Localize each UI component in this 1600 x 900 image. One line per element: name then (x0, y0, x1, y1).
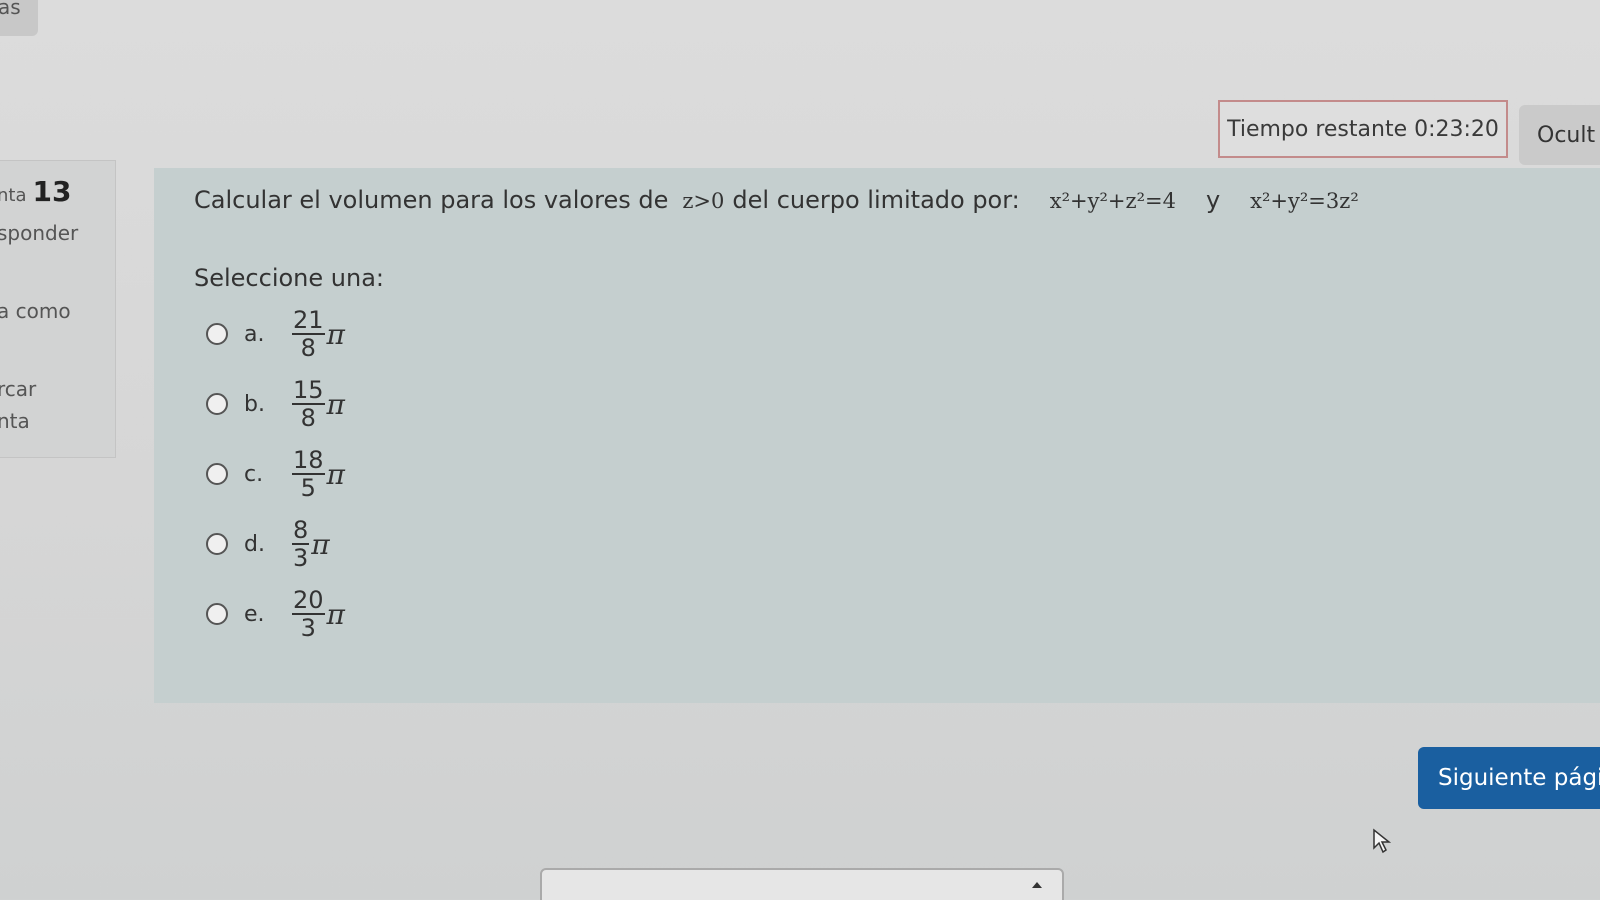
fraction-denominator: 8 (300, 404, 316, 432)
flag-question-link-line2[interactable]: nta (0, 409, 30, 433)
select-one-prompt: Seleccione una: (194, 264, 384, 292)
option-fraction: 18 5 (292, 447, 325, 501)
option-letter: a. (244, 321, 265, 347)
next-page-label: Siguiente pági (1438, 765, 1600, 791)
equation-connector: y (1205, 186, 1221, 214)
top-nav-tab[interactable]: as (0, 0, 38, 36)
time-remaining-label: Tiempo restante 0:23:20 (1227, 116, 1499, 142)
answer-option-b[interactable]: b. 15 8 π (206, 374, 345, 434)
fraction-numerator: 8 (292, 516, 310, 545)
question-text: Calcular el volumen para los valores de … (194, 186, 1359, 214)
option-fraction: 15 8 (292, 377, 325, 431)
fraction-numerator: 20 (292, 586, 325, 615)
flag-question-link[interactable]: rcar (0, 377, 36, 401)
question-panel: Calcular el volumen para los valores de … (154, 168, 1600, 703)
fraction-denominator: 8 (300, 334, 316, 362)
fraction-numerator: 21 (292, 306, 325, 335)
caret-up-icon (1032, 882, 1042, 888)
pi-symbol: π (311, 527, 330, 561)
question-score: a como (0, 299, 71, 323)
answer-option-d[interactable]: d. 8 3 π (206, 514, 330, 574)
radio-unchecked-icon[interactable] (206, 323, 228, 345)
question-condition: z>0 (682, 189, 725, 213)
fraction-denominator: 3 (293, 544, 309, 572)
option-fraction: 21 8 (292, 307, 325, 361)
equation-sphere: x²+y²+z²=4 (1049, 189, 1176, 213)
pi-symbol: π (326, 457, 345, 491)
option-letter: d. (244, 531, 265, 557)
equation-cone: x²+y²=3z² (1250, 189, 1359, 213)
radio-unchecked-icon[interactable] (206, 463, 228, 485)
question-info-panel: nta13 sponder a como rcar nta (0, 160, 116, 458)
fraction-denominator: 3 (300, 614, 316, 642)
option-letter: b. (244, 391, 265, 417)
option-letter: e. (244, 601, 265, 627)
question-number: 13 (32, 175, 72, 208)
question-heading: nta13 (0, 175, 71, 208)
pi-symbol: π (326, 387, 345, 421)
answer-option-e[interactable]: e. 20 3 π (206, 584, 345, 644)
question-text-before: Calcular el volumen para los valores de (194, 186, 669, 214)
fraction-numerator: 15 (292, 376, 325, 405)
question-text-after: del cuerpo limitado por: (732, 186, 1020, 214)
answer-option-a[interactable]: a. 21 8 π (206, 304, 345, 364)
pi-symbol: π (326, 317, 345, 351)
fraction-numerator: 18 (292, 446, 325, 475)
question-status: sponder (0, 221, 79, 245)
radio-unchecked-icon[interactable] (206, 533, 228, 555)
top-nav-tab-label: as (0, 0, 21, 19)
next-page-button[interactable]: Siguiente pági (1418, 747, 1600, 809)
radio-unchecked-icon[interactable] (206, 393, 228, 415)
pi-symbol: π (326, 597, 345, 631)
mouse-pointer-icon (1372, 828, 1392, 858)
quiz-navigation-select[interactable] (540, 868, 1064, 900)
hide-timer-button[interactable]: Ocult (1519, 105, 1600, 165)
radio-unchecked-icon[interactable] (206, 603, 228, 625)
question-prefix: nta (0, 185, 27, 206)
option-fraction: 20 3 (292, 587, 325, 641)
answer-option-c[interactable]: c. 18 5 π (206, 444, 345, 504)
option-fraction: 8 3 (292, 516, 310, 572)
hide-timer-label: Ocult (1537, 122, 1596, 148)
option-letter: c. (244, 461, 264, 487)
time-remaining-box: Tiempo restante 0:23:20 (1218, 100, 1508, 158)
fraction-denominator: 5 (300, 474, 316, 502)
